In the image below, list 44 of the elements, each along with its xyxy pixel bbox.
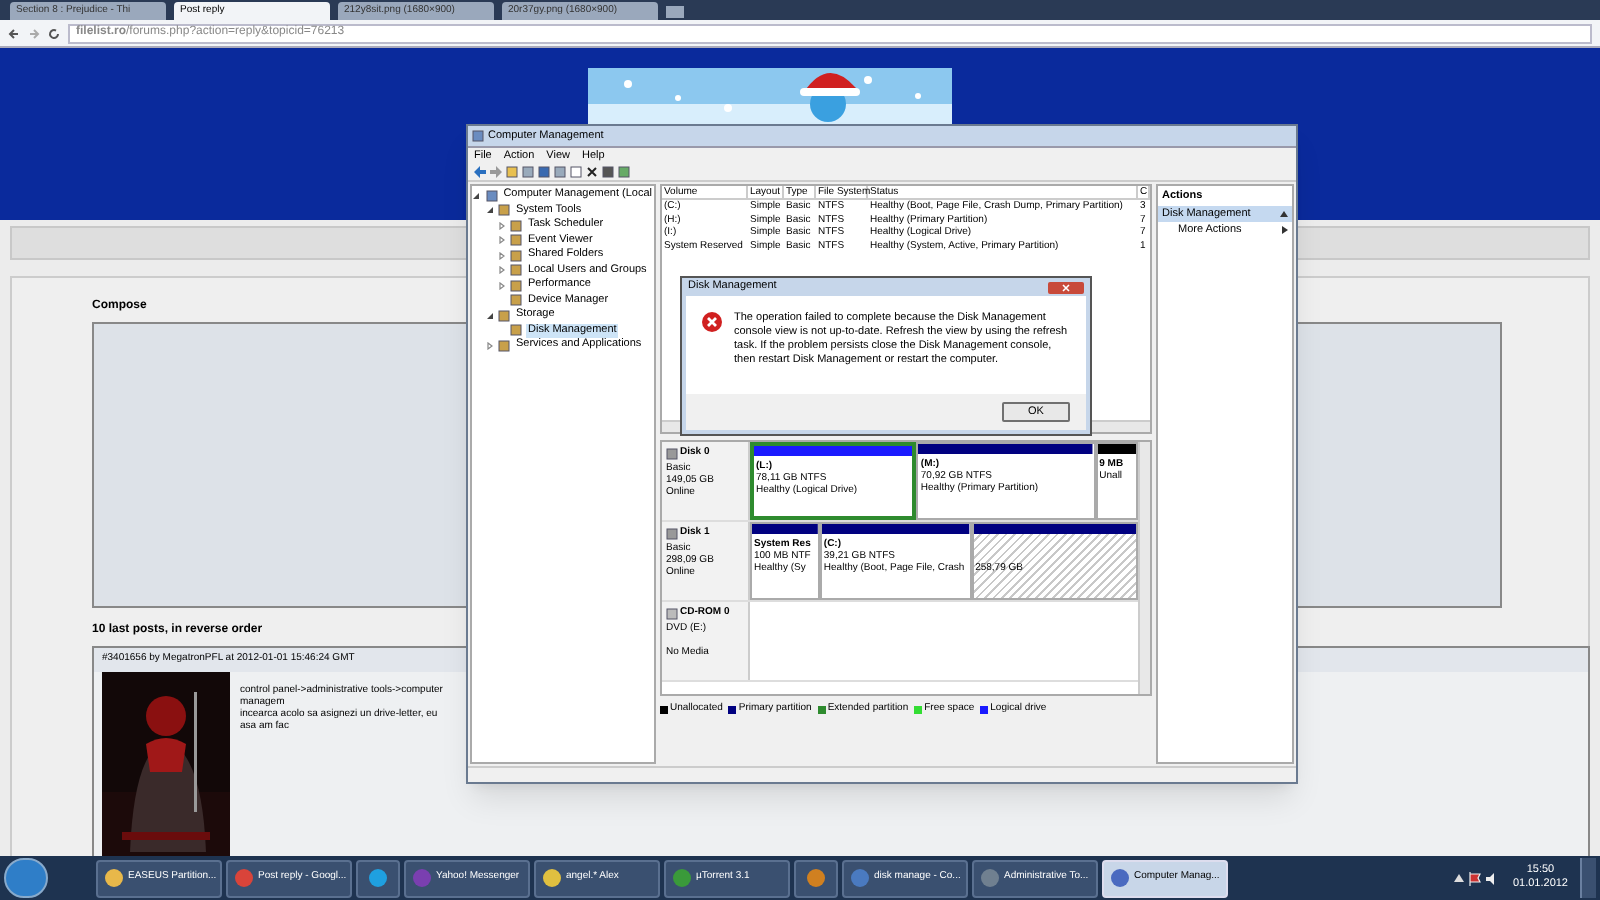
expanded-arrow-icon[interactable]: [485, 206, 493, 215]
reload-icon[interactable]: [48, 27, 60, 39]
vertical-scrollbar[interactable]: [1138, 442, 1150, 694]
x-icon[interactable]: [586, 166, 598, 178]
app-icon: [104, 868, 124, 888]
app-icon: [806, 868, 826, 888]
close-icon: [1062, 283, 1070, 291]
back-icon[interactable]: [8, 27, 20, 39]
app-icon: [850, 868, 870, 888]
app-icon: [1110, 868, 1130, 888]
window-icon: [472, 130, 484, 142]
square-icon: [570, 166, 582, 178]
app-icon: [234, 868, 254, 888]
app-icon: [542, 868, 562, 888]
close-button[interactable]: [1048, 281, 1084, 293]
square-icon: [522, 166, 534, 178]
folder-icon: [506, 166, 518, 178]
flag-icon[interactable]: [1468, 871, 1483, 885]
square-icon: [538, 166, 550, 178]
app-icon: [412, 868, 432, 888]
collapsed-arrow-icon[interactable]: [497, 236, 505, 245]
collapsed-arrow-icon[interactable]: [497, 281, 505, 290]
square-icon: [602, 166, 614, 178]
collapsed-arrow-icon[interactable]: [497, 251, 505, 260]
collapse-arrow-icon[interactable]: [1280, 210, 1288, 219]
collapsed-arrow-icon[interactable]: [485, 341, 493, 350]
square-icon: [618, 166, 630, 178]
error-icon: [702, 312, 722, 332]
expanded-arrow-icon[interactable]: [472, 191, 481, 200]
square-icon: [554, 166, 566, 178]
collapsed-arrow-icon[interactable]: [497, 221, 505, 230]
disc-drive-icon: [666, 607, 678, 620]
taskbar-item[interactable]: [794, 859, 838, 897]
app-icon: [980, 868, 1000, 888]
taskbar-item[interactable]: [356, 859, 400, 897]
submenu-arrow-icon: [1282, 226, 1288, 235]
tray-arrow-icon[interactable]: [1454, 874, 1465, 882]
app-icon: [672, 868, 692, 888]
collapsed-arrow-icon[interactable]: [497, 266, 505, 275]
start-button[interactable]: [4, 858, 48, 898]
app-icon: [368, 868, 388, 888]
expanded-arrow-icon[interactable]: [485, 311, 493, 320]
forward-arrow-icon[interactable]: [490, 166, 502, 178]
back-arrow-icon[interactable]: [474, 166, 486, 178]
